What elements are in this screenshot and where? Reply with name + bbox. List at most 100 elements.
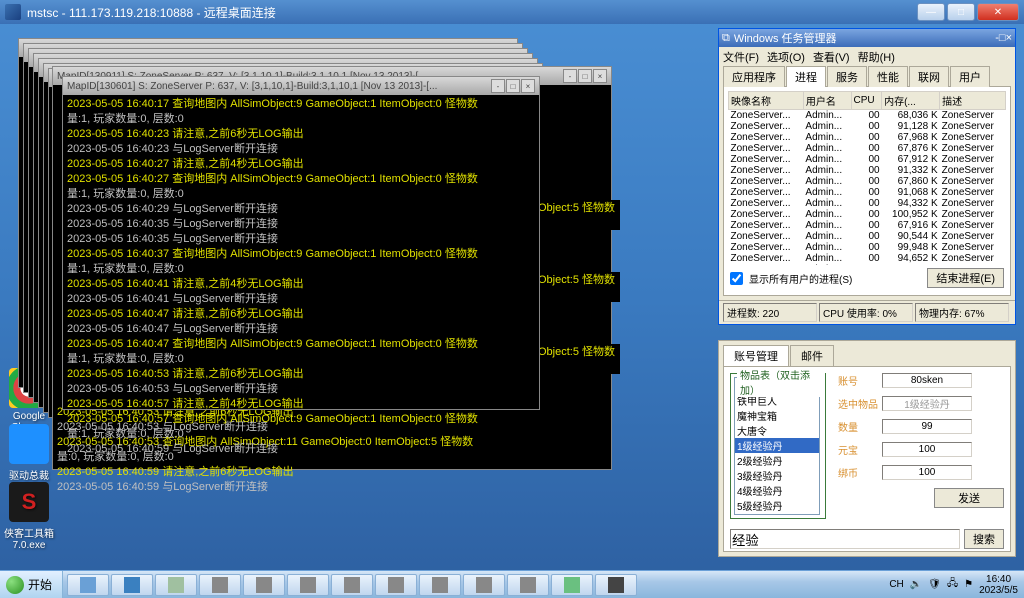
list-item[interactable]: 5级经验丹 bbox=[735, 498, 819, 513]
tray-clock[interactable]: 16:40 2023/5/5 bbox=[979, 574, 1018, 596]
list-item[interactable]: 1级经验丹 bbox=[735, 438, 819, 453]
account-input[interactable] bbox=[882, 373, 972, 388]
item-listbox[interactable]: 机甲熊铁甲巨人魔神宝箱大唐令1级经验丹2级经验丹3级经验丹4级经验丹5级经验丹6… bbox=[734, 377, 820, 515]
list-item[interactable]: 4级经验丹 bbox=[735, 483, 819, 498]
taskbar-button-icon bbox=[564, 577, 580, 593]
menu-item[interactable]: 文件(F) bbox=[723, 52, 759, 64]
taskbar-button[interactable] bbox=[331, 574, 373, 596]
minimize-button[interactable]: — bbox=[917, 3, 945, 21]
close-icon[interactable]: × bbox=[1006, 32, 1012, 44]
taskbar-button[interactable] bbox=[419, 574, 461, 596]
list-item[interactable]: 大唐令 bbox=[735, 423, 819, 438]
status-cpu: CPU 使用率: 0% bbox=[819, 303, 913, 322]
list-item[interactable]: 魔神宝箱 bbox=[735, 408, 819, 423]
system-tray[interactable]: CH 🔉 🛡 🖧 ⚑ 16:40 2023/5/5 bbox=[883, 574, 1024, 596]
send-button[interactable]: 发送 bbox=[934, 488, 1004, 508]
taskbar-button[interactable] bbox=[507, 574, 549, 596]
desktop-icon-toolkit[interactable]: S 侠客工具箱7.0.exe bbox=[2, 482, 56, 551]
column-header[interactable]: CPU bbox=[851, 92, 882, 110]
menu-item[interactable]: 帮助(H) bbox=[858, 52, 895, 64]
process-row[interactable]: ZoneServer...Admin...0090,544 KZoneServe… bbox=[729, 231, 1006, 242]
search-input[interactable] bbox=[730, 529, 960, 549]
bindcoin-label: 绑币 bbox=[838, 465, 882, 480]
list-item[interactable]: 2级经验丹 bbox=[735, 453, 819, 468]
taskbar-button[interactable] bbox=[67, 574, 109, 596]
taskmgr-tab[interactable]: 应用程序 bbox=[723, 66, 785, 87]
start-button[interactable]: 开始 bbox=[0, 571, 63, 598]
process-table[interactable]: 映像名称用户名CPU内存(...描述ZoneServer...Admin...0… bbox=[728, 91, 1006, 265]
taskbar-button[interactable] bbox=[287, 574, 329, 596]
tray-audio-icon[interactable]: 🔉 bbox=[910, 579, 922, 590]
console-window-front[interactable]: MapID[130601] S: ZoneServer P: 637, V: [… bbox=[62, 76, 540, 410]
process-row[interactable]: ZoneServer...Admin...0099,948 KZoneServe… bbox=[729, 242, 1006, 253]
minimize-icon[interactable]: - bbox=[563, 69, 577, 83]
maximize-icon[interactable]: □ bbox=[999, 32, 1006, 44]
close-icon[interactable]: × bbox=[593, 69, 607, 83]
process-row[interactable]: ZoneServer...Admin...0067,916 KZoneServe… bbox=[729, 220, 1006, 231]
taskbar-button[interactable] bbox=[155, 574, 197, 596]
bindcoin-input[interactable] bbox=[882, 465, 972, 480]
taskmgr-tab[interactable]: 性能 bbox=[868, 66, 908, 87]
maximize-icon[interactable]: □ bbox=[506, 79, 520, 93]
taskmgr-titlebar[interactable]: ⧉ Windows 任务管理器 - □ × bbox=[719, 29, 1015, 47]
console-titlebar[interactable]: MapID[130601] S: ZoneServer P: 637, V: [… bbox=[63, 77, 539, 95]
process-row[interactable]: ZoneServer...Admin...0091,068 KZoneServe… bbox=[729, 187, 1006, 198]
process-row[interactable]: ZoneServer...Admin...0091,332 KZoneServe… bbox=[729, 165, 1006, 176]
yuanbao-input[interactable] bbox=[882, 442, 972, 457]
column-header[interactable]: 用户名 bbox=[803, 92, 851, 110]
process-row[interactable]: ZoneServer...Admin...0067,912 KZoneServe… bbox=[729, 154, 1006, 165]
maximize-button[interactable]: □ bbox=[947, 3, 975, 21]
taskmgr-icon: ⧉ bbox=[722, 32, 730, 45]
column-header[interactable]: 映像名称 bbox=[729, 92, 804, 110]
process-row[interactable]: ZoneServer...Admin...0094,332 KZoneServe… bbox=[729, 198, 1006, 209]
tab-mail[interactable]: 邮件 bbox=[790, 345, 834, 366]
process-row[interactable]: ZoneServer...Admin...0091,128 KZoneServe… bbox=[729, 121, 1006, 132]
rdp-icon bbox=[5, 4, 21, 20]
process-row[interactable]: ZoneServer...Admin...0067,860 KZoneServe… bbox=[729, 176, 1006, 187]
close-icon[interactable]: × bbox=[521, 79, 535, 93]
process-row[interactable]: ZoneServer...Admin...0094,652 KZoneServe… bbox=[729, 253, 1006, 264]
column-header[interactable]: 内存(... bbox=[882, 92, 940, 110]
show-all-users-checkbox[interactable] bbox=[730, 272, 743, 285]
show-all-users-label: 显示所有用户的进程(S) bbox=[749, 271, 921, 286]
close-button[interactable]: ✕ bbox=[977, 3, 1019, 21]
column-header[interactable]: 描述 bbox=[940, 92, 1006, 110]
menu-item[interactable]: 查看(V) bbox=[813, 52, 850, 64]
taskmgr-menubar[interactable]: 文件(F) 选项(O) 查看(V) 帮助(H) bbox=[719, 47, 1015, 65]
list-item[interactable]: 3级经验丹 bbox=[735, 468, 819, 483]
tray-ime[interactable]: CH bbox=[889, 579, 903, 590]
minimize-icon[interactable]: - bbox=[491, 79, 505, 93]
menu-item[interactable]: 选项(O) bbox=[767, 52, 805, 64]
taskmgr-tab[interactable]: 服务 bbox=[827, 66, 867, 87]
taskbar-button-icon bbox=[212, 577, 228, 593]
maximize-icon[interactable]: □ bbox=[578, 69, 592, 83]
account-panel[interactable]: 账号管理 邮件 物品表（双击添加） 机甲熊铁甲巨人魔神宝箱大唐令1级经验丹2级经… bbox=[718, 340, 1016, 557]
list-item[interactable]: 6级经验丹 bbox=[735, 513, 819, 515]
tray-network-icon[interactable]: 🖧 bbox=[947, 576, 958, 593]
process-row[interactable]: ZoneServer...Admin...00100,952 KZoneServ… bbox=[729, 209, 1006, 220]
desktop-icon-driver[interactable]: 驱动总裁 bbox=[2, 424, 56, 482]
process-row[interactable]: ZoneServer...Admin...0068,036 KZoneServe… bbox=[729, 110, 1006, 122]
taskbar-button[interactable] bbox=[199, 574, 241, 596]
taskbar-button[interactable] bbox=[375, 574, 417, 596]
taskbar-button[interactable] bbox=[243, 574, 285, 596]
taskmgr-tab[interactable]: 用户 bbox=[950, 66, 990, 87]
taskbar-button-icon bbox=[80, 577, 96, 593]
search-button[interactable]: 搜索 bbox=[964, 529, 1004, 549]
selected-item-input[interactable] bbox=[882, 396, 972, 411]
tray-flag-icon[interactable]: ⚑ bbox=[964, 579, 973, 590]
taskmgr-tab[interactable]: 进程 bbox=[786, 66, 826, 87]
taskbar-button[interactable] bbox=[111, 574, 153, 596]
process-row[interactable]: ZoneServer...Admin...0067,876 KZoneServe… bbox=[729, 143, 1006, 154]
process-row[interactable]: ZoneServer...Admin...0067,968 KZoneServe… bbox=[729, 132, 1006, 143]
taskbar-button[interactable] bbox=[595, 574, 637, 596]
quantity-input[interactable] bbox=[882, 419, 972, 434]
tab-account-mgmt[interactable]: 账号管理 bbox=[723, 345, 789, 366]
desktop-icon-label: 驱动总裁 bbox=[2, 467, 56, 482]
task-manager-window[interactable]: ⧉ Windows 任务管理器 - □ × 文件(F) 选项(O) 查看(V) 帮助(… bbox=[718, 28, 1016, 325]
taskbar-button[interactable] bbox=[463, 574, 505, 596]
taskbar-button[interactable] bbox=[551, 574, 593, 596]
end-process-button[interactable]: 结束进程(E) bbox=[927, 268, 1004, 288]
taskmgr-tab[interactable]: 联网 bbox=[909, 66, 949, 87]
tray-safe-icon[interactable]: 🛡 bbox=[928, 579, 941, 590]
